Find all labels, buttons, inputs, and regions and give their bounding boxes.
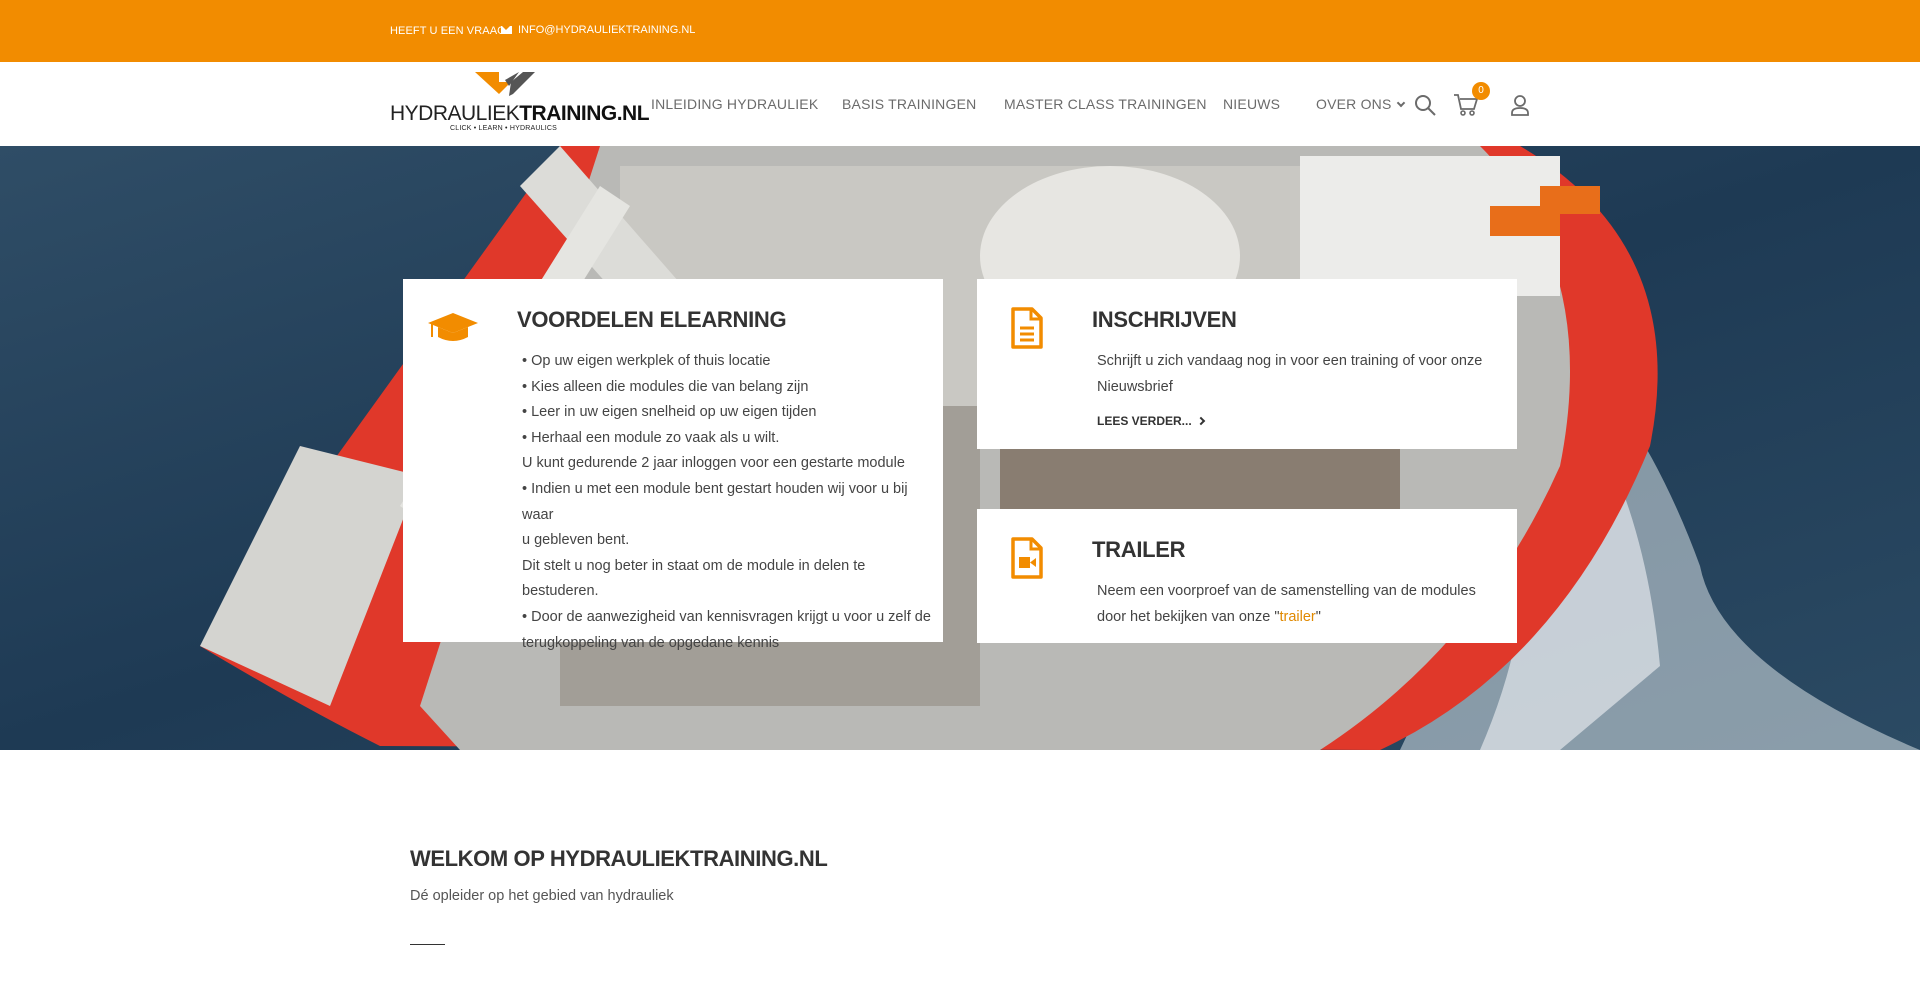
email-link[interactable]: INFO@HYDRAULIEKTRAINING.NL <box>501 24 695 36</box>
email-text[interactable]: INFO@HYDRAULIEKTRAINING.NL <box>518 24 695 36</box>
card-title: TRAILER <box>1092 537 1186 562</box>
cart-count-badge: 0 <box>1472 82 1490 100</box>
card-line: U kunt gedurende 2 jaar inloggen voor ee… <box>522 455 905 472</box>
site-logo[interactable]: HYDRAULIEKTRAINING.NL CLICK • LEARN • HY… <box>390 72 650 138</box>
question-text: HEEFT U EEN VRAAG? <box>390 25 513 37</box>
card-line: Dit stelt u nog beter in staat om de mod… <box>522 557 866 600</box>
document-icon <box>1011 307 1043 349</box>
nav-item-inleiding-hydrauliek[interactable]: INLEIDING HYDRAULIEK <box>651 96 818 112</box>
card-line: terugkoppeling van de opgedane kennis <box>522 634 780 651</box>
video-file-icon <box>1011 537 1043 579</box>
trailer-link[interactable]: trailer <box>1280 609 1316 625</box>
logo-wordmark: HYDRAULIEKTRAINING.NL <box>390 102 650 125</box>
nav-item-over-ons[interactable]: OVER ONS <box>1316 96 1405 112</box>
card-body: Neem een voorproef van de samenstelling … <box>1097 579 1507 630</box>
card-line: • Herhaal een module zo vaak als u wilt. <box>522 429 780 446</box>
welcome-title: WELKOM OP HYDRAULIEKTRAINING.NL <box>410 846 828 871</box>
card-title: VOORDELEN ELEARNING <box>517 307 787 332</box>
card-line: • Indien u met een module bent gestart h… <box>522 480 908 523</box>
card-line: • Op uw eigen werkplek of thuis locatie <box>522 353 771 369</box>
card-line: • Leer in uw eigen snelheid op uw eigen … <box>522 404 817 421</box>
nav-item-nieuws[interactable]: NIEUWS <box>1223 96 1280 112</box>
logo-mark-icon <box>475 72 535 96</box>
ship-background-image <box>0 146 1920 750</box>
chevron-right-icon <box>1196 416 1205 426</box>
search-icon[interactable] <box>1414 94 1436 116</box>
card-title: INSCHRIJVEN <box>1092 307 1237 332</box>
card-line: • Door de aanwezigheid van kennisvragen … <box>522 608 931 625</box>
chevron-down-icon <box>1396 98 1405 108</box>
nav-item-master-class-trainingen[interactable]: MASTER CLASS TRAININGEN <box>1004 96 1207 112</box>
welcome-subtitle: Dé opleider op het gebied van hydrauliek <box>410 888 674 904</box>
card-line: • Kies alleen die modules die van belang… <box>522 378 809 395</box>
nav-item-basis-trainingen[interactable]: BASIS TRAININGEN <box>842 96 976 112</box>
card-body: • Op uw eigen werkplek of thuis locatie … <box>522 349 942 656</box>
card-inschrijven: INSCHRIJVEN Schrijft u zich vandaag nog … <box>977 279 1517 449</box>
read-more-link[interactable]: LEES VERDER... <box>1097 414 1205 428</box>
graduation-cap-icon <box>428 313 478 341</box>
hero-banner: VOORDELEN ELEARNING • Op uw eigen werkpl… <box>0 146 1920 750</box>
card-body: Schrijft u zich vandaag nog in voor een … <box>1097 353 1483 395</box>
user-icon[interactable] <box>1510 94 1530 116</box>
section-divider <box>410 944 445 945</box>
top-bar: HEEFT U EEN VRAAG? INFO@HYDRAULIEKTRAINI… <box>0 0 1920 62</box>
logo-tagline: CLICK • LEARN • HYDRAULICS <box>450 125 557 132</box>
card-trailer: TRAILER Neem een voorproef van de samens… <box>977 509 1517 643</box>
card-line: u gebleven bent. <box>522 532 630 549</box>
site-header: HYDRAULIEKTRAINING.NL CLICK • LEARN • HY… <box>0 62 1920 146</box>
read-more-label[interactable]: LEES VERDER... <box>1097 414 1192 428</box>
card-body-text-end: " <box>1315 608 1321 625</box>
envelope-icon <box>501 26 512 34</box>
nav-item-over-ons-label: OVER ONS <box>1316 96 1392 112</box>
card-voordelen-elearning: VOORDELEN ELEARNING • Op uw eigen werkpl… <box>403 279 943 651</box>
